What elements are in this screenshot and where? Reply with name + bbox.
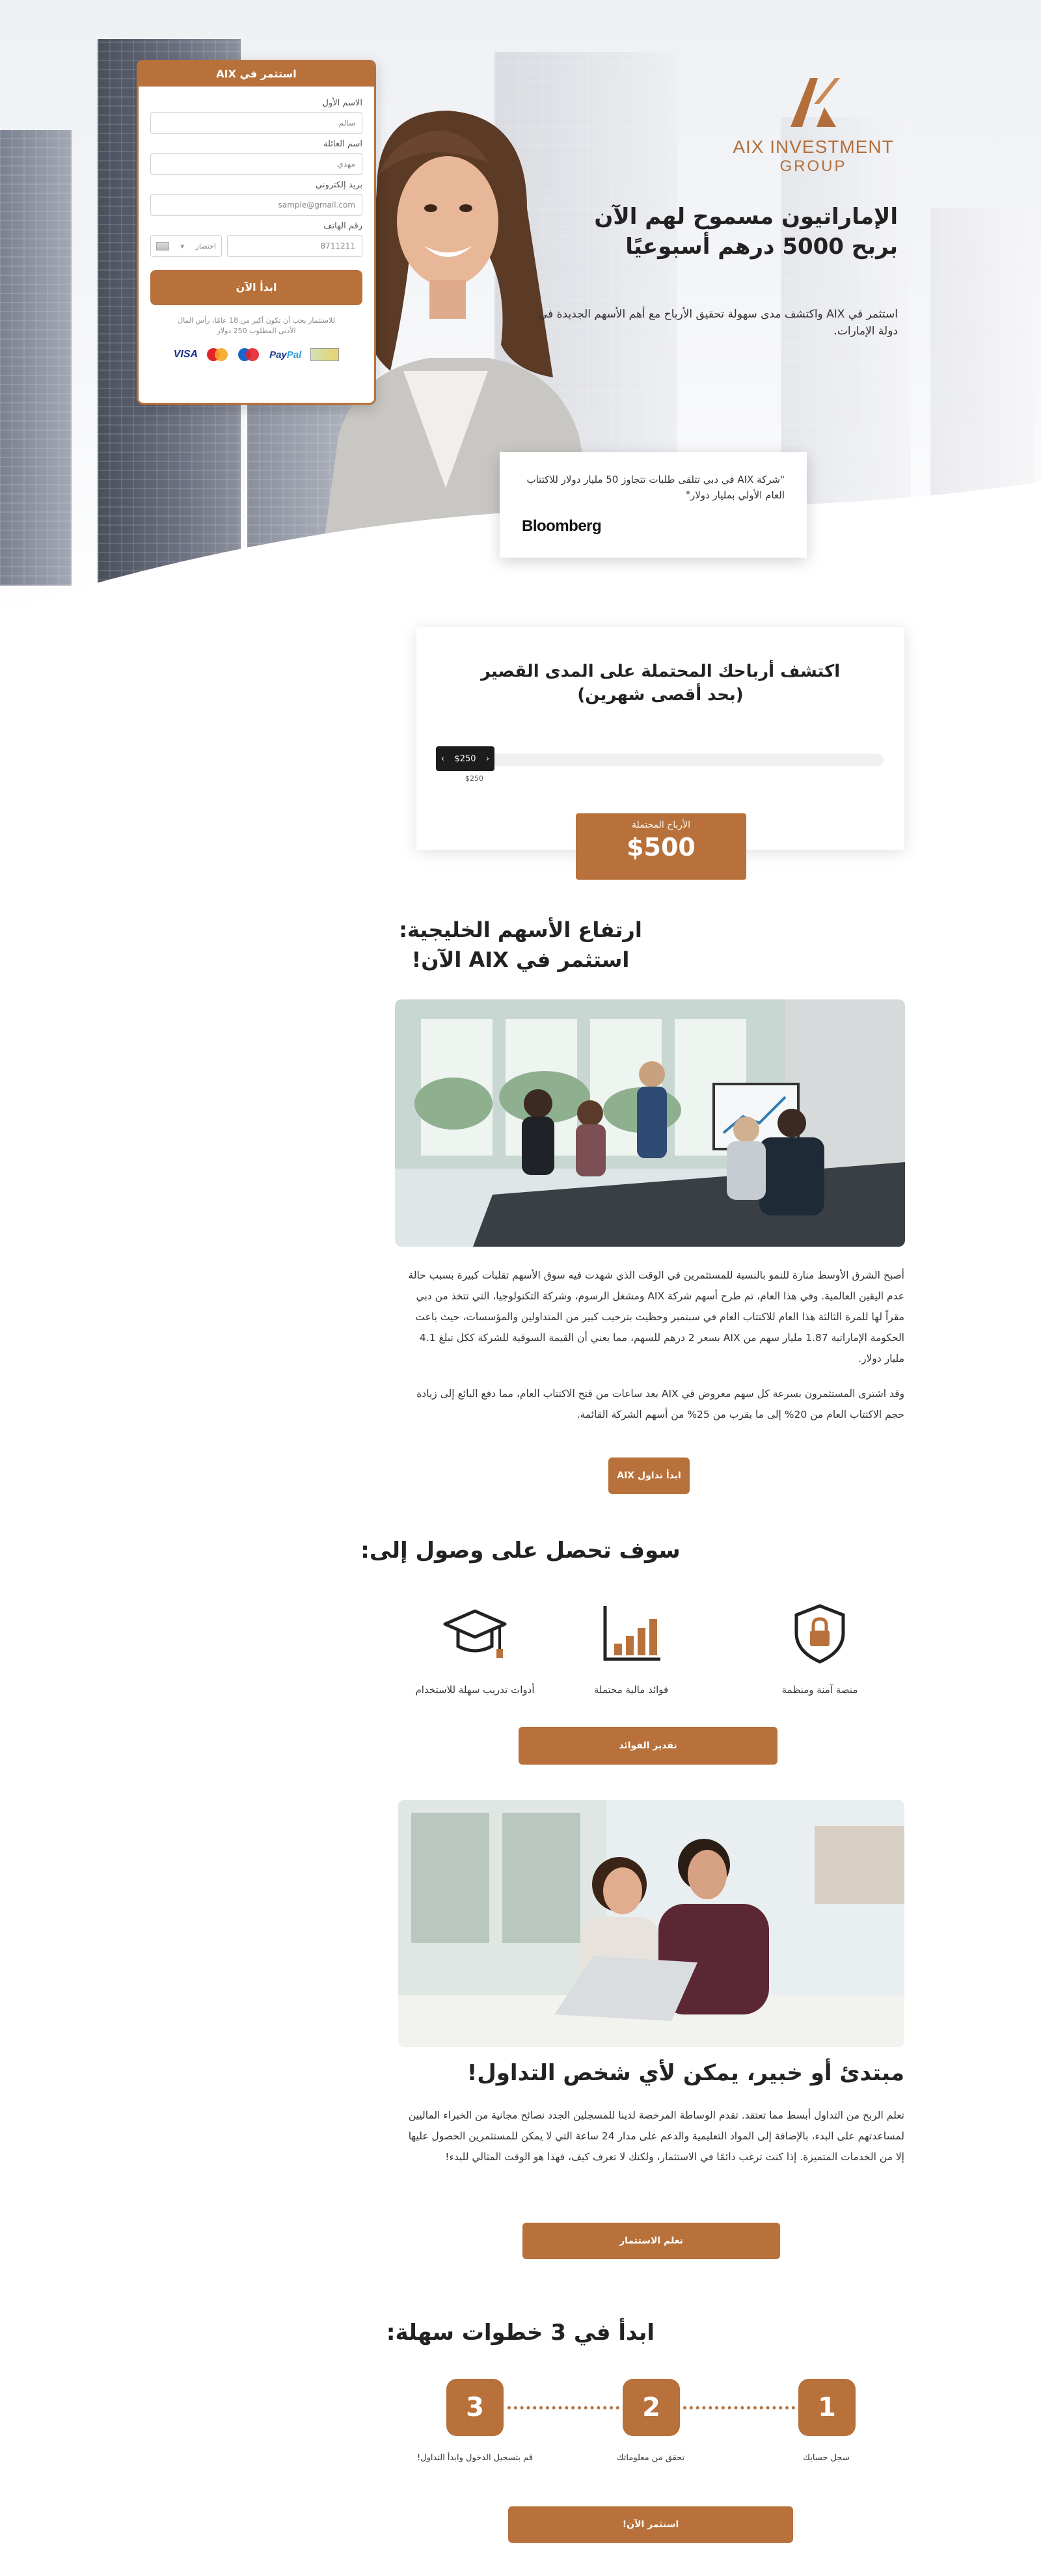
first-name-input[interactable]: سالم — [150, 112, 362, 134]
maestro-icon — [238, 348, 260, 361]
gulf-paragraph-2: وقد اشترى المستثمرون بسرعة كل سهم معروض … — [416, 1388, 904, 1420]
email-input[interactable]: sample@gmail.com — [150, 194, 362, 216]
bloomberg-logo: Bloomberg — [522, 517, 602, 535]
gulf-section-title: ارتفاع الأسهم الخليجية: استثمر في AIX ال… — [399, 917, 642, 972]
skyscraper — [930, 208, 1034, 501]
logo-name: AIX INVESTMENT — [733, 137, 894, 157]
bar-chart-icon — [603, 1606, 660, 1661]
bank-transfer-icon — [310, 348, 340, 361]
graduation-cap-icon — [443, 1609, 507, 1658]
learn-investing-button[interactable]: تعلم الاستثمار — [522, 2223, 780, 2259]
form-disclaimer: للاستثمار يجب أن تكون أكبر من 18 عامًا، … — [178, 316, 335, 335]
flag-icon — [156, 241, 169, 251]
beginner-paragraph: تعلم الربح من التداول أبسط مما تعتقد. تق… — [408, 2109, 904, 2163]
form-title: استثمر في AIX — [139, 62, 374, 87]
email-label: بريد إلكتروني — [316, 180, 362, 190]
feature-label: فوائد مالية محتملة — [593, 1684, 669, 1696]
visa-icon: VISA — [173, 349, 198, 360]
business-meeting-image — [395, 999, 905, 1247]
shield-lock-icon — [794, 1604, 845, 1664]
phone-input[interactable]: 8711211 — [227, 235, 362, 257]
aix-logo-mark-icon — [791, 78, 840, 127]
hero-subtitle: استثمر في AIX واكتشف مدى سهولة تحقيق الأ… — [538, 308, 898, 338]
potential-profit-box: الأرباح المحتملة $500 — [576, 813, 746, 880]
step-2-badge: 2 — [623, 2379, 680, 2436]
slider-value: $250 — [454, 753, 476, 764]
feature-secure-platform: منصة آمنة ومنظمة — [742, 1601, 898, 1696]
mastercard-icon — [207, 348, 229, 361]
calculator-title: اكتشف أرباحك المحتملة على المدى القصير (… — [480, 662, 841, 705]
hero-section: AIX INVESTMENT GROUP الإماراتيون مسموح ل… — [0, 0, 1041, 625]
step-3-badge: 3 — [446, 2379, 504, 2436]
step-1-badge: 1 — [798, 2379, 856, 2436]
feature-financial-benefits: فوائد مالية محتملة — [553, 1601, 709, 1696]
step-connector — [507, 2406, 619, 2409]
gulf-paragraph-1: أصبح الشرق الأوسط منارة للنمو بالنسبة لل… — [408, 1269, 904, 1364]
slider-handle[interactable]: ‹ $250 › — [436, 746, 494, 771]
step-3-label: قم بتسجيل الدخول وابدأ التداول! — [416, 2453, 534, 2463]
phone-label: رقم الهاتف — [323, 221, 362, 231]
chevron-right-icon: › — [486, 753, 490, 764]
step-connector — [683, 2406, 795, 2409]
investment-slider[interactable]: ‹ $250 › — [436, 746, 884, 771]
country-code-select[interactable]: ▾ اختصار — [150, 235, 222, 257]
last-name-input[interactable]: مهدي — [150, 153, 362, 175]
feature-label: منصة آمنة ومنظمة — [781, 1684, 858, 1696]
chevron-down-icon: ▾ — [180, 241, 185, 251]
invest-now-button[interactable]: استثمر الآن! — [508, 2506, 793, 2543]
beginner-title: مبتدئ أو خبير، يمكن لأي شخص التداول! — [466, 2060, 904, 2086]
profit-value: $500 — [627, 833, 696, 861]
start-now-button[interactable]: ابدأ الآن — [150, 270, 362, 305]
start-aix-trading-button[interactable]: ابدأ تداول AIX — [608, 1457, 690, 1494]
press-quote-card: "شركة AIX في دبي تتلقى طلبات تتجاوز 50 م… — [500, 452, 807, 558]
signup-form: استثمر في AIX الاسم الأول سالم اسم العائ… — [137, 60, 376, 405]
payment-methods: VISA PayPal — [150, 348, 362, 361]
slider-min-label: $250 — [465, 774, 483, 783]
aix-logo: AIX INVESTMENT GROUP — [716, 72, 911, 176]
feature-training-tools: أدوات تدريب سهلة للاستخدام — [397, 1601, 553, 1696]
step-2-label: تحقق من معلوماتك — [616, 2453, 685, 2463]
hero-title: الإماراتيون مسموح لهم الآن بربح 5000 دره… — [594, 204, 898, 260]
benefits-title: سوف تحصل على وصول إلى: — [360, 1538, 681, 1564]
steps-row: 3 2 1 — [403, 2379, 859, 2444]
last-name-label: اسم العائلة — [323, 139, 362, 149]
paypal-icon: PayPal — [269, 349, 302, 360]
feature-label: أدوات تدريب سهلة للاستخدام — [415, 1684, 535, 1696]
country-code-label: اختصار — [195, 241, 216, 251]
couple-laptop-image — [398, 1800, 904, 2047]
logo-subtitle: GROUP — [779, 157, 847, 175]
estimate-benefits-button[interactable]: تقدير الفوائد — [519, 1727, 777, 1765]
step-1-label: سجل حسابك — [803, 2453, 850, 2463]
quote-text: "شركة AIX في دبي تتلقى طلبات تتجاوز 50 م… — [526, 474, 785, 501]
chevron-left-icon: ‹ — [440, 753, 444, 764]
steps-title: ابدأ في 3 خطوات سهلة: — [386, 2320, 655, 2346]
first-name-label: الاسم الأول — [322, 98, 362, 108]
profit-label: الأرباح المحتملة — [631, 820, 691, 830]
